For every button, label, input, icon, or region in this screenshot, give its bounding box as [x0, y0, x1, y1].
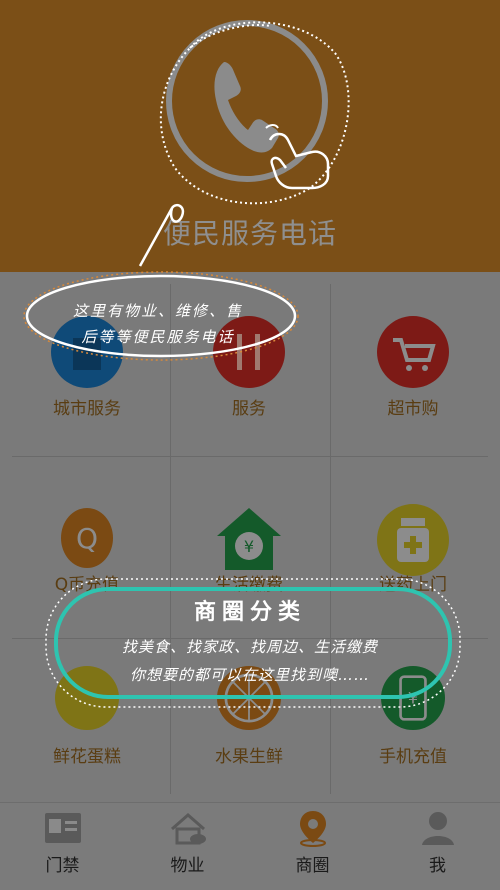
grid-item-label: 超市购 [387, 399, 439, 419]
svg-text:¥: ¥ [244, 537, 254, 556]
service-grid: 城市服务 服务 超市购 Q Q币充值 ¥ 生活缴费 送药上门 鲜花蛋糕 水果生鲜… [0, 272, 500, 802]
svg-text:¥: ¥ [408, 688, 418, 707]
nav-label: 物业 [170, 856, 205, 876]
callout-line: 找美食、找家政、找周边、生活缴费 [121, 638, 378, 656]
qq-penguin-icon: Q [51, 504, 123, 576]
bottom-nav: 门禁 物业 商圈 我 [0, 802, 500, 890]
id-card-icon [44, 813, 81, 843]
grid-item-label: 城市服务 [53, 399, 121, 419]
nav-item-me[interactable]: 我 [375, 803, 500, 890]
header-banner: 便民服务电话 [0, 0, 500, 272]
house-yen-icon: ¥ [213, 504, 285, 576]
grid-item-supermarket[interactable]: 超市购 [330, 272, 496, 452]
header-title: 便民服务电话 [162, 217, 337, 250]
callout-text-top: 这里有物业、维修、售 后等等便民服务电话 [38, 298, 278, 350]
grid-item-label: 服务 [232, 399, 266, 419]
location-pin-icon [299, 811, 326, 847]
nav-item-business[interactable]: 商圈 [250, 803, 375, 890]
callout-line: 这里有物业、维修、售 [72, 302, 243, 320]
house-chat-icon [170, 813, 206, 845]
grid-item-label: 送药上门 [379, 575, 447, 595]
grid-item-label: 鲜花蛋糕 [53, 747, 121, 767]
callout-title: 商圈分类 [193, 600, 306, 625]
svg-text:Q: Q [76, 522, 98, 555]
callout-line: 你想要的都可以在这里找到噢…… [129, 666, 370, 684]
callout-line: 后等等便民服务电话 [81, 328, 235, 346]
tap-hand-icon [265, 124, 330, 190]
grid-divider [12, 456, 488, 457]
nav-label: 门禁 [45, 856, 80, 876]
person-icon [421, 812, 454, 845]
grid-item-label: Q币充值 [54, 575, 120, 595]
grid-item-label: 手机充值 [379, 747, 447, 767]
nav-item-property[interactable]: 物业 [125, 803, 250, 890]
grid-item-label: 水果生鲜 [215, 747, 283, 767]
medicine-bottle-icon [377, 504, 449, 576]
shopping-cart-icon [377, 316, 449, 388]
nav-label: 我 [429, 856, 446, 876]
nav-item-access[interactable]: 门禁 [0, 803, 125, 890]
nav-label: 商圈 [295, 856, 330, 876]
grid-item-label: 生活缴费 [215, 575, 283, 595]
